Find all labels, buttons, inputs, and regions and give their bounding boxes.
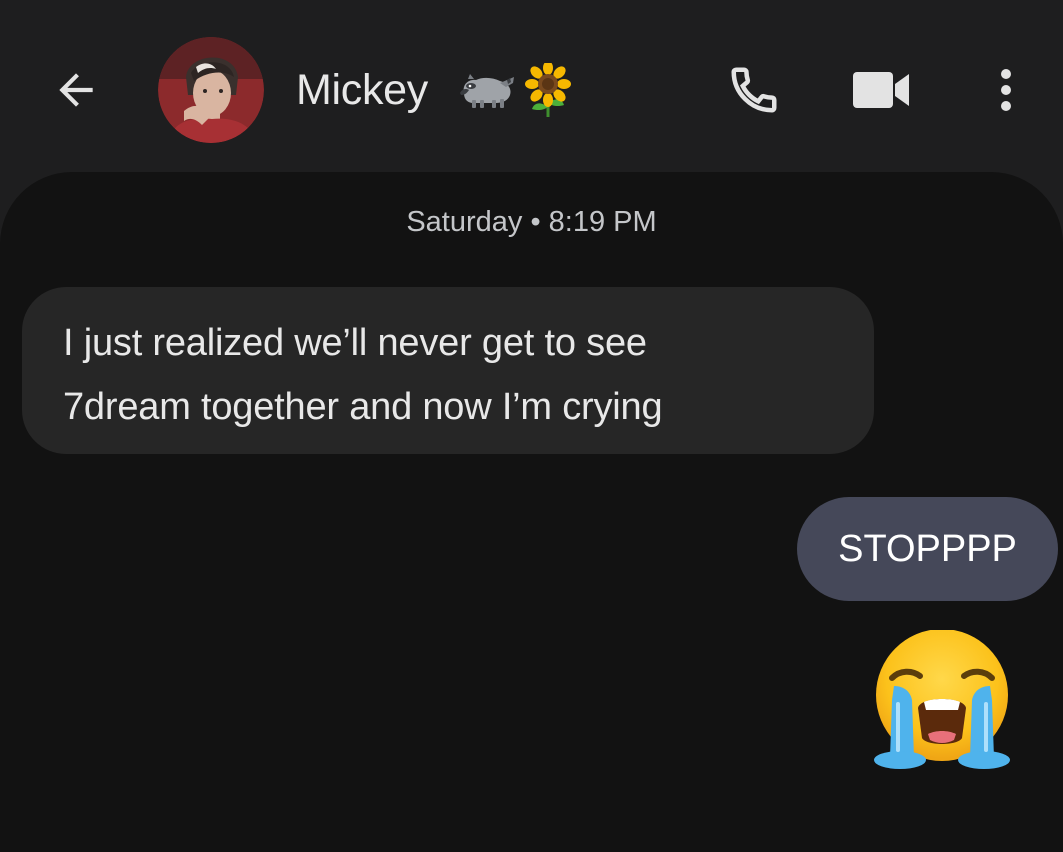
message-text-line: 7dream together and now I’m crying [63,386,663,428]
back-button[interactable] [48,62,104,118]
contact-avatar[interactable] [158,37,264,143]
top-app-bar: Mickey [0,0,1063,180]
arrow-left-icon [59,73,93,107]
date-header: Saturday • 8:19 PM [406,206,657,238]
sunflower-icon [524,62,572,118]
video-call-button[interactable] [848,58,914,122]
raccoon-icon [458,62,516,118]
contact-name[interactable]: Mickey [296,64,428,116]
phone-icon [731,67,777,113]
more-options-button[interactable] [982,58,1030,122]
message-text-line: I just realized we’ll never get to see [63,322,647,364]
more-vert-icon [1001,69,1011,111]
outgoing-message-bubble[interactable]: STOPPPP [797,497,1058,601]
avatar-image [158,37,264,143]
incoming-message-bubble[interactable]: I just realized we’ll never get to see 7… [22,287,874,454]
loudly-crying-face-icon[interactable] [870,629,1015,772]
voice-call-button[interactable] [722,58,786,122]
message-text: STOPPPP [838,527,1017,570]
video-camera-icon [853,72,909,108]
